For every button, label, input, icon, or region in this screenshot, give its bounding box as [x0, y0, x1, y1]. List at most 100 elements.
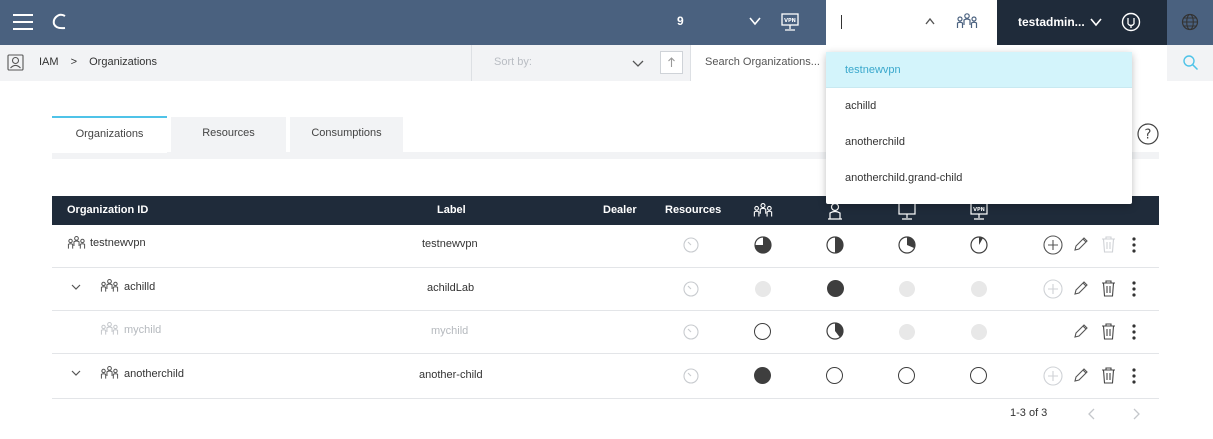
more-icon[interactable]	[1128, 236, 1140, 254]
edit-icon[interactable]	[1072, 280, 1089, 297]
org-id[interactable]: mychild	[124, 324, 161, 336]
dropdown-item[interactable]: testnewvpn	[826, 52, 1132, 88]
edit-icon[interactable]	[1072, 367, 1089, 384]
org-id[interactable]: anotherchild	[124, 368, 184, 380]
power-icon[interactable]	[1121, 12, 1141, 32]
chevron-up-icon[interactable]	[924, 16, 936, 28]
usage-empty-circle	[970, 367, 987, 384]
tab-resources[interactable]: Resources	[171, 117, 286, 152]
sort-placeholder: Sort by:	[494, 56, 532, 68]
vpn-icon: VPN	[970, 202, 988, 220]
usage-pie-icon	[754, 236, 772, 254]
delete-icon[interactable]	[1101, 323, 1116, 340]
gauge-icon[interactable]	[683, 281, 699, 297]
organization-icon	[956, 13, 978, 28]
org-dropdown: testnewvpn achilld anotherchild anotherc…	[826, 52, 1132, 204]
add-icon	[1043, 366, 1063, 386]
globe-icon[interactable]	[1181, 13, 1199, 31]
breadcrumb-iam[interactable]: IAM	[39, 56, 59, 68]
search-icon[interactable]	[1182, 54, 1199, 71]
more-icon[interactable]	[1128, 367, 1140, 385]
desktop-icon	[898, 202, 916, 220]
org-select-input[interactable]	[826, 0, 997, 45]
dropdown-item[interactable]: anotherchild.grand-child	[826, 160, 1132, 196]
svg-text:?: ?	[1145, 128, 1152, 143]
gauge-icon[interactable]	[683, 324, 699, 340]
header-label[interactable]: Label	[437, 204, 466, 216]
usage-full-dot	[754, 367, 771, 384]
dropdown-item[interactable]: achilld	[826, 88, 1132, 124]
usage-full-dot	[827, 280, 844, 297]
usage-empty-dot	[755, 281, 771, 297]
gauge-icon[interactable]	[683, 368, 699, 384]
edit-icon[interactable]	[1072, 323, 1089, 340]
more-icon[interactable]	[1128, 323, 1140, 341]
organization-icon	[100, 279, 119, 292]
dropdown-item[interactable]: anotherchild	[826, 124, 1132, 160]
chevron-down-icon[interactable]	[748, 14, 762, 28]
text-cursor	[841, 15, 842, 29]
vpn-icon[interactable]: VPN	[780, 12, 800, 32]
usage-pie-icon	[898, 236, 916, 254]
table-row[interactable]: anotherchild another-child	[52, 354, 1159, 399]
delete-icon[interactable]	[1101, 280, 1116, 297]
usage-empty-circle	[754, 323, 771, 340]
usage-empty-circle	[898, 367, 915, 384]
header-dealer[interactable]: Dealer	[603, 204, 637, 216]
breadcrumb: IAM > Organizations	[39, 56, 166, 68]
gauge-icon[interactable]	[683, 237, 699, 253]
logo-icon	[52, 13, 66, 30]
top-bar: 9 VPN testadmin...	[0, 0, 1213, 45]
sort-direction-button[interactable]	[660, 51, 683, 74]
org-label: mychild	[431, 325, 469, 337]
table-row[interactable]: testnewvpn testnewvpn	[52, 225, 1159, 268]
svg-text:VPN: VPN	[973, 207, 985, 213]
organization-icon	[753, 202, 773, 217]
usage-empty-dot	[899, 324, 915, 340]
delete-icon[interactable]	[1101, 367, 1116, 384]
arrow-up-icon	[668, 57, 675, 67]
chevron-left-icon[interactable]	[1086, 407, 1098, 421]
chevron-right-icon[interactable]	[1130, 407, 1142, 421]
organization-icon	[67, 236, 86, 249]
chevron-down-icon[interactable]	[70, 282, 82, 292]
add-icon	[1043, 279, 1063, 299]
help-icon[interactable]: ?	[1137, 123, 1159, 145]
organization-icon	[100, 322, 119, 335]
org-label: testnewvpn	[422, 238, 478, 250]
search-placeholder: Search Organizations...	[705, 56, 820, 68]
header-org-id[interactable]: Organization ID	[67, 204, 148, 216]
organization-icon	[100, 366, 119, 379]
chevron-down-icon[interactable]	[1089, 15, 1103, 29]
breadcrumb-organizations: Organizations	[89, 56, 157, 68]
username[interactable]: testadmin...	[1018, 15, 1085, 29]
delete-icon	[1102, 236, 1115, 253]
org-label: another-child	[419, 369, 483, 381]
breadcrumb-separator: >	[70, 56, 78, 68]
edit-icon[interactable]	[1072, 236, 1089, 253]
menu-icon[interactable]	[13, 12, 33, 31]
tab-organizations[interactable]: Organizations	[52, 116, 167, 153]
table-row[interactable]: achilld achildLab	[52, 268, 1159, 311]
table-row[interactable]: mychild mychild	[52, 311, 1159, 354]
usage-pie-icon	[826, 236, 844, 254]
usage-empty-circle	[826, 367, 843, 384]
header-resources[interactable]: Resources	[665, 204, 721, 216]
pagination-text: 1-3 of 3	[1010, 407, 1048, 419]
chevron-down-icon[interactable]	[70, 368, 82, 378]
chevron-down-icon[interactable]	[632, 57, 644, 69]
iam-icon	[7, 54, 24, 71]
user-menu[interactable]: testadmin...	[997, 0, 1167, 45]
usage-empty-dot	[899, 281, 915, 297]
usage-empty-dot	[971, 281, 987, 297]
org-id[interactable]: testnewvpn	[90, 237, 146, 249]
org-id[interactable]: achilld	[124, 281, 155, 293]
sort-select[interactable]: Sort by:	[471, 45, 656, 81]
more-icon[interactable]	[1128, 280, 1140, 298]
usage-empty-dot	[971, 324, 987, 340]
tab-consumptions[interactable]: Consumptions	[290, 117, 403, 152]
add-icon[interactable]	[1043, 235, 1063, 255]
svg-text:VPN: VPN	[784, 18, 796, 24]
org-count: 9	[677, 14, 684, 28]
org-label: achildLab	[427, 282, 475, 294]
